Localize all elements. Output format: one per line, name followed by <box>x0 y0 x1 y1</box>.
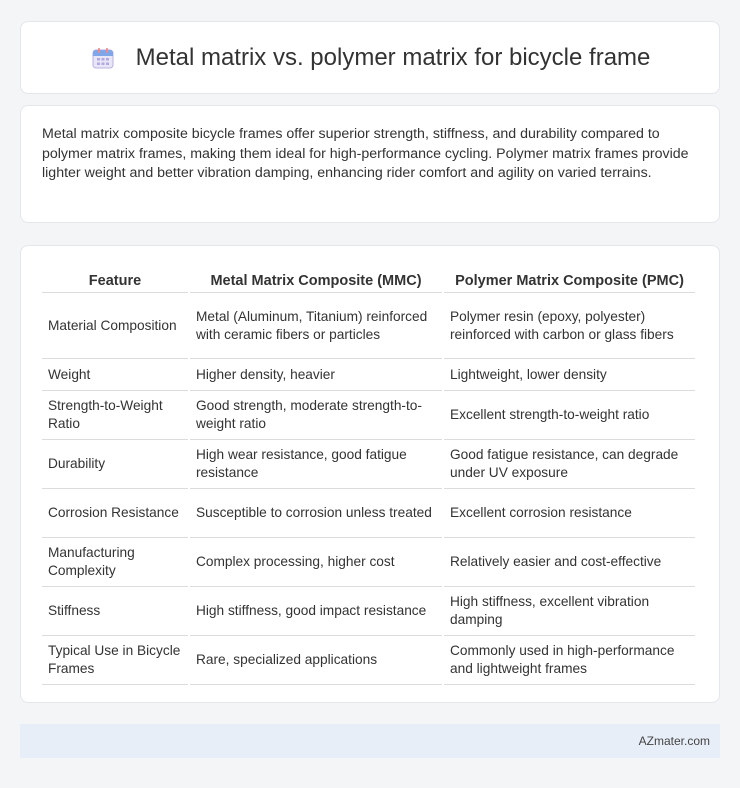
summary-text: Metal matrix composite bicycle frames of… <box>42 126 689 181</box>
footer-site[interactable]: AZmater.com <box>639 734 710 748</box>
cell-pmc: Excellent strength-to-weight ratio <box>444 391 695 440</box>
title-wrap: Metal matrix vs. polymer matrix for bicy… <box>90 43 651 72</box>
cell-feature: Durability <box>42 440 188 489</box>
cell-mmc: Rare, specialized applications <box>190 636 442 685</box>
comparison-card: Feature Metal Matrix Composite (MMC) Pol… <box>20 245 720 703</box>
title-card: Metal matrix vs. polymer matrix for bicy… <box>20 21 720 94</box>
table-header-row: Feature Metal Matrix Composite (MMC) Pol… <box>42 263 695 293</box>
cell-feature: Corrosion Resistance <box>42 489 188 538</box>
cell-pmc: Lightweight, lower density <box>444 359 695 391</box>
cell-mmc: Complex processing, higher cost <box>190 538 442 587</box>
cell-feature: Material Composition <box>42 293 188 359</box>
cell-mmc: High wear resistance, good fatigue resis… <box>190 440 442 489</box>
cell-mmc: High stiffness, good impact resistance <box>190 587 442 636</box>
table-row: Typical Use in Bicycle Frames Rare, spec… <box>42 636 695 685</box>
cell-pmc: Good fatigue resistance, can degrade und… <box>444 440 695 489</box>
summary-card: Metal matrix composite bicycle frames of… <box>20 105 720 223</box>
table-row: Durability High wear resistance, good fa… <box>42 440 695 489</box>
cell-mmc: Metal (Aluminum, Titanium) reinforced wi… <box>190 293 442 359</box>
cell-pmc: Relatively easier and cost-effective <box>444 538 695 587</box>
cell-mmc: Higher density, heavier <box>190 359 442 391</box>
cell-mmc: Good strength, moderate strength-to-weig… <box>190 391 442 440</box>
cell-pmc: Polymer resin (epoxy, polyester) reinfor… <box>444 293 695 359</box>
cell-feature: Manufacturing Complexity <box>42 538 188 587</box>
cell-pmc: Commonly used in high-performance and li… <box>444 636 695 685</box>
cell-feature: Typical Use in Bicycle Frames <box>42 636 188 685</box>
cell-pmc: High stiffness, excellent vibration damp… <box>444 587 695 636</box>
cell-feature: Weight <box>42 359 188 391</box>
table-row: Material Composition Metal (Aluminum, Ti… <box>42 293 695 359</box>
footer-bar: AZmater.com <box>20 724 720 758</box>
table-row: Weight Higher density, heavier Lightweig… <box>42 359 695 391</box>
table-row: Manufacturing Complexity Complex process… <box>42 538 695 587</box>
cell-feature: Strength-to-Weight Ratio <box>42 391 188 440</box>
cell-mmc: Susceptible to corrosion unless treated <box>190 489 442 538</box>
table-row: Stiffness High stiffness, good impact re… <box>42 587 695 636</box>
cell-feature: Stiffness <box>42 587 188 636</box>
table-row: Strength-to-Weight Ratio Good strength, … <box>42 391 695 440</box>
page-title: Metal matrix vs. polymer matrix for bicy… <box>135 43 651 71</box>
header-feature: Feature <box>42 263 188 293</box>
header-pmc: Polymer Matrix Composite (PMC) <box>444 263 695 293</box>
header-mmc: Metal Matrix Composite (MMC) <box>190 263 442 293</box>
cell-pmc: Excellent corrosion resistance <box>444 489 695 538</box>
calendar-icon <box>90 45 116 71</box>
comparison-table: Feature Metal Matrix Composite (MMC) Pol… <box>40 263 697 685</box>
table-row: Corrosion Resistance Susceptible to corr… <box>42 489 695 538</box>
